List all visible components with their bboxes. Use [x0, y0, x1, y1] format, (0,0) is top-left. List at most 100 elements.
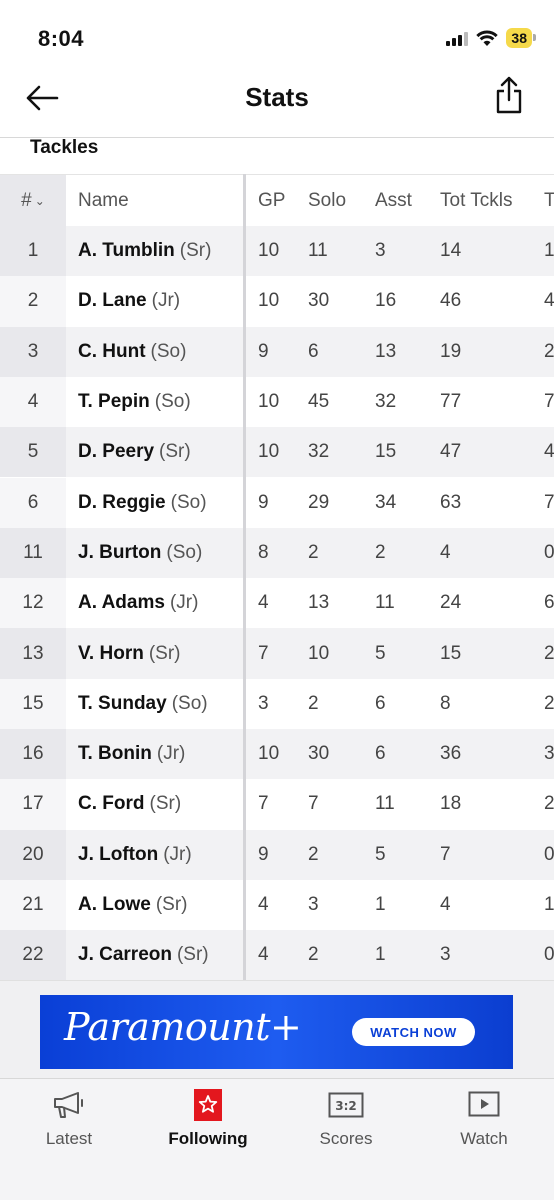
- cell-player-name[interactable]: V. Horn (Sr): [66, 628, 244, 679]
- cell-player-name[interactable]: A. Lowe (Sr): [66, 880, 244, 930]
- table-row[interactable]: 5 D. Peery (Sr) 10 32 15 47 4: [0, 427, 554, 478]
- cell-gp: 3: [258, 692, 269, 714]
- stats-table: # ⌄ Name GP Solo Asst Tot Tckls T 1 A. Tum…: [0, 174, 554, 980]
- table-row[interactable]: 21 A. Lowe (Sr) 4 3 1 4 1: [0, 879, 554, 931]
- chevron-down-icon: ⌄: [34, 193, 45, 208]
- cell-player-name[interactable]: D. Reggie (So): [66, 478, 244, 528]
- cell-number: 15: [0, 678, 66, 729]
- player-year: (So): [170, 491, 207, 513]
- cell-tot-tckls: 24: [440, 592, 462, 614]
- cell-player-name[interactable]: C. Hunt (So): [66, 326, 244, 377]
- cell-t: 2: [544, 793, 554, 815]
- player-name: A. Tumblin: [78, 240, 175, 262]
- column-header-name[interactable]: Name: [66, 175, 244, 226]
- cell-solo: 30: [308, 290, 330, 312]
- player-year: (Jr): [163, 843, 192, 865]
- cell-tot-tckls: 15: [440, 642, 462, 664]
- cell-solo: 3: [308, 894, 319, 916]
- column-header-number[interactable]: # ⌄: [0, 175, 66, 226]
- cell-t: 0: [544, 541, 554, 563]
- cell-asst: 13: [375, 340, 397, 362]
- cell-player-name[interactable]: C. Ford (Sr): [66, 779, 244, 829]
- cell-gp: 7: [258, 793, 269, 815]
- player-name: J. Lofton: [78, 843, 159, 865]
- cell-player-name[interactable]: A. Tumblin (Sr): [66, 226, 244, 277]
- tab-latest[interactable]: Latest: [9, 1089, 129, 1159]
- cell-player-name[interactable]: D. Lane (Jr): [66, 276, 244, 326]
- player-name: J. Carreon: [78, 944, 172, 966]
- column-header-gp[interactable]: GP: [258, 175, 298, 226]
- scoreboard-icon: 3:2: [328, 1089, 364, 1121]
- player-name: D. Lane: [78, 290, 147, 312]
- player-year: (Sr): [179, 240, 212, 262]
- cell-solo: 13: [308, 592, 330, 614]
- share-button[interactable]: [492, 74, 526, 116]
- tab-following[interactable]: Following: [148, 1089, 268, 1159]
- cell-player-name[interactable]: T. Sunday (So): [66, 679, 244, 729]
- table-row[interactable]: 16 T. Bonin (Jr) 10 30 6 36 3: [0, 729, 554, 780]
- cell-solo: 32: [308, 441, 330, 463]
- cell-tot-tckls: 36: [440, 743, 462, 765]
- tab-label: Following: [168, 1129, 248, 1148]
- player-name: D. Peery: [78, 441, 155, 463]
- cell-player-name[interactable]: T. Bonin (Jr): [66, 729, 244, 780]
- cell-number: 1: [0, 226, 66, 277]
- table-row[interactable]: 12 A. Adams (Jr) 4 13 11 24 6: [0, 578, 554, 629]
- cell-gp: 10: [258, 240, 280, 262]
- cell-player-name[interactable]: J. Lofton (Jr): [66, 829, 244, 880]
- cell-t: 2: [544, 340, 554, 362]
- ad-watch-now-button[interactable]: WATCH NOW: [352, 1018, 475, 1046]
- cell-player-name[interactable]: J. Carreon (Sr): [66, 930, 244, 980]
- cell-player-name[interactable]: D. Peery (Sr): [66, 427, 244, 478]
- table-row[interactable]: 17 C. Ford (Sr) 7 7 11 18 2: [0, 779, 554, 830]
- table-row[interactable]: 22 J. Carreon (Sr) 4 2 1 3 0: [0, 930, 554, 980]
- table-row[interactable]: 11 J. Burton (So) 8 2 2 4 0: [0, 527, 554, 579]
- cell-tot-tckls: 4: [440, 894, 451, 916]
- tab-scores[interactable]: 3:2 Scores: [286, 1089, 406, 1159]
- cell-solo: 29: [308, 491, 330, 513]
- player-name: J. Burton: [78, 541, 162, 563]
- ad-banner[interactable]: Paramount+ WATCH NOW: [40, 995, 513, 1069]
- share-icon: [496, 76, 522, 114]
- player-name: T. Bonin: [78, 743, 152, 765]
- table-row[interactable]: 2 D. Lane (Jr) 10 30 16 46 4: [0, 276, 554, 327]
- player-year: (So): [166, 541, 203, 563]
- player-year: (Sr): [176, 944, 209, 966]
- table-row[interactable]: 20 J. Lofton (Jr) 9 2 5 7 0: [0, 829, 554, 880]
- player-name: D. Reggie: [78, 491, 166, 513]
- player-name: A. Lowe: [78, 894, 151, 916]
- tab-label: Latest: [45, 1129, 93, 1148]
- cell-number: 5: [0, 427, 66, 478]
- cell-asst: 3: [375, 240, 386, 262]
- cell-number: 20: [0, 829, 66, 880]
- column-header-tot-tckls[interactable]: Tot Tckls: [440, 175, 540, 226]
- cell-t: 7: [544, 391, 554, 413]
- cell-gp: 4: [258, 894, 269, 916]
- cell-number: 6: [0, 477, 66, 528]
- svg-text:3:2: 3:2: [335, 1099, 357, 1113]
- cell-gp: 8: [258, 541, 269, 563]
- player-year: (Sr): [149, 793, 182, 815]
- table-row[interactable]: 13 V. Horn (Sr) 7 10 5 15 2: [0, 628, 554, 679]
- column-header-asst[interactable]: Asst: [375, 175, 425, 226]
- cell-player-name[interactable]: T. Pepin (So): [66, 377, 244, 427]
- cell-number: 21: [0, 879, 66, 931]
- table-row[interactable]: 4 T. Pepin (So) 10 45 32 77 7: [0, 376, 554, 428]
- cell-solo: 2: [308, 541, 319, 563]
- cell-player-name[interactable]: A. Adams (Jr): [66, 578, 244, 628]
- column-header-solo[interactable]: Solo: [308, 175, 358, 226]
- table-row[interactable]: 3 C. Hunt (So) 9 6 13 19 2: [0, 326, 554, 377]
- player-name: A. Adams: [78, 592, 165, 614]
- table-row[interactable]: 15 T. Sunday (So) 3 2 6 8 2: [0, 678, 554, 729]
- cell-gp: 9: [258, 340, 269, 362]
- tab-watch[interactable]: Watch: [424, 1089, 544, 1159]
- table-row[interactable]: 1 A. Tumblin (Sr) 10 11 3 14 1: [0, 226, 554, 277]
- column-header-t[interactable]: T: [544, 175, 554, 226]
- cell-player-name[interactable]: J. Burton (So): [66, 527, 244, 579]
- table-row[interactable]: 6 D. Reggie (So) 9 29 34 63 7: [0, 477, 554, 528]
- cell-asst: 2: [375, 541, 386, 563]
- player-year: (Sr): [159, 441, 191, 463]
- cellular-signal-icon: [446, 30, 469, 46]
- cell-solo: 2: [308, 692, 319, 714]
- cell-asst: 15: [375, 441, 397, 463]
